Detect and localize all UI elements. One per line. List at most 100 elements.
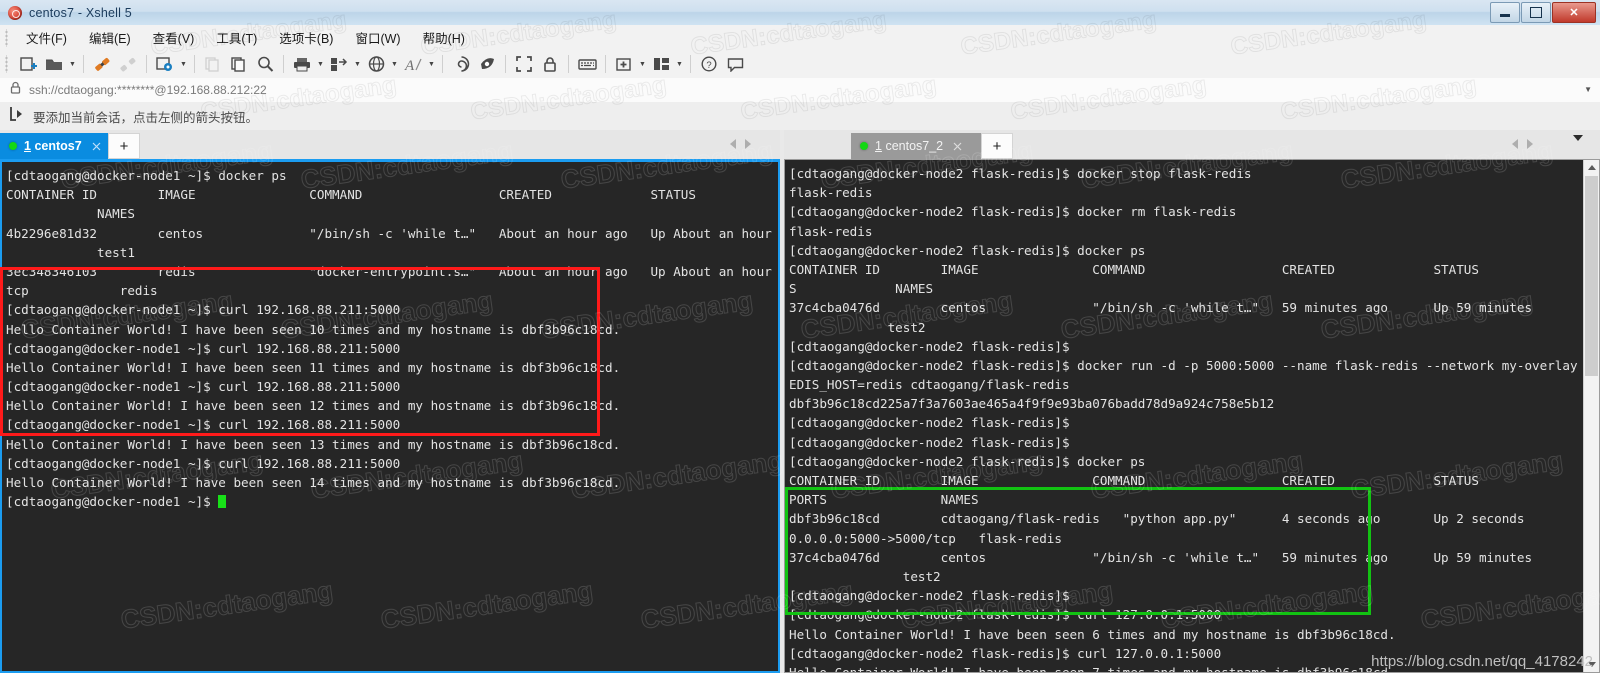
terminal-line: [cdtaogang@docker-node1 ~]$ curl 192.168…	[6, 379, 401, 395]
terminal-line: [cdtaogang@docker-node2 flask-redis]$ do…	[789, 357, 1583, 373]
terminal-line: 37c4cba0476d centos "/bin/sh -c 'while t…	[789, 300, 1533, 316]
menu-grip-icon[interactable]	[3, 28, 12, 47]
terminal-line: tcp redis	[6, 283, 158, 299]
menu-item-window[interactable]: 窗口(W)	[344, 25, 411, 50]
terminal-line: test1	[6, 244, 135, 260]
address-bar[interactable]: ssh://cdtaogang:********@192.168.88.212:…	[0, 78, 1600, 103]
tab-scroll-left-icon[interactable]	[1512, 139, 1518, 149]
close-icon[interactable]	[953, 142, 962, 151]
new-tab-button-right[interactable]: +	[981, 133, 1013, 159]
new-session-icon[interactable]	[15, 52, 41, 76]
globe-icon[interactable]	[363, 52, 389, 76]
terminal-line: CONTAINER ID IMAGE COMMAND CREATED STATU…	[6, 187, 778, 203]
terminal-line: PORTS NAMES	[789, 492, 979, 508]
terminal-line: [cdtaogang@docker-node1 ~]$ curl 192.168…	[6, 455, 401, 471]
transfer-caret-icon[interactable]: ▼	[352, 52, 363, 76]
terminal-line: [cdtaogang@docker-node1 ~]$	[6, 492, 778, 511]
terminal-line: [cdtaogang@docker-node2 flask-redis]$ do…	[789, 453, 1146, 469]
terminal-cursor	[218, 495, 227, 509]
shell-icon[interactable]	[448, 52, 474, 76]
terminal-right-scrollbar[interactable]	[1583, 160, 1599, 672]
layout-caret-icon[interactable]: ▼	[674, 52, 685, 76]
menu-bar: 文件(F) 编辑(E) 查看(V) 工具(T) 选项卡(B) 窗口(W) 帮助(…	[0, 25, 1600, 51]
help-icon[interactable]: ?	[696, 52, 722, 76]
lock-icon	[10, 81, 21, 99]
paste-icon[interactable]	[226, 52, 252, 76]
terminal-line: CONTAINER ID IMAGE COMMAND CREATED STATU…	[789, 261, 1583, 277]
terminal-line: [cdtaogang@docker-node2 flask-redis]$ do…	[789, 204, 1237, 220]
add-session-arrow-icon[interactable]	[10, 106, 25, 126]
scrollbar-thumb[interactable]	[1585, 176, 1598, 376]
tab-scroll-left-icon[interactable]	[730, 139, 736, 149]
session-properties-caret-icon[interactable]: ▼	[178, 52, 189, 76]
tab-scroll-right-icon[interactable]	[1527, 139, 1533, 149]
terminal-line: Hello Container World! I have been seen …	[6, 359, 621, 375]
menu-item-tools[interactable]: 工具(T)	[205, 25, 268, 50]
tab-status-dot-icon	[9, 142, 17, 150]
toolbar-grip-icon[interactable]	[3, 55, 12, 73]
address-value[interactable]: ssh://cdtaogang:********@192.168.88.212:…	[29, 83, 267, 97]
font-caret-icon[interactable]: ▼	[426, 52, 437, 76]
feedback-icon[interactable]	[722, 52, 748, 76]
print-icon[interactable]	[289, 52, 315, 76]
tab-centos7[interactable]: 1 centos7	[0, 133, 108, 159]
tab-nav-left	[730, 139, 751, 149]
menu-item-file[interactable]: 文件(F)	[15, 25, 78, 50]
xshell-icon	[6, 4, 24, 22]
menu-item-tabs[interactable]: 选项卡(B)	[268, 25, 344, 50]
print-caret-icon[interactable]: ▼	[315, 52, 326, 76]
terminal-line: [cdtaogang@docker-node2 flask-redis]$	[789, 588, 1070, 604]
globe-caret-icon[interactable]: ▼	[389, 52, 400, 76]
tab-label: 1 centos7_2	[875, 139, 944, 153]
tab-nav-right	[1512, 139, 1533, 149]
terminal-line: EDIS_HOST=redis cdtaogang/flask-redis	[789, 377, 1070, 393]
menu-item-help[interactable]: 帮助(H)	[412, 25, 476, 50]
tab-menu-icon[interactable]	[1573, 135, 1583, 159]
chevron-down-icon[interactable]: ▼	[1584, 85, 1592, 94]
xftp-icon[interactable]	[474, 52, 500, 76]
minimize-button[interactable]	[1490, 2, 1520, 23]
terminal-line: test2	[789, 568, 941, 584]
open-folder-icon[interactable]	[41, 52, 67, 76]
session-properties-icon[interactable]	[152, 52, 178, 76]
new-tab-button-left[interactable]: +	[108, 133, 140, 159]
terminal-line: [cdtaogang@docker-node2 flask-redis]$ cu…	[789, 607, 1222, 623]
font-icon[interactable]: A	[400, 52, 426, 76]
terminal-left-output[interactable]: [cdtaogang@docker-node1 ~]$ docker ps CON…	[2, 162, 778, 671]
tabstrip-left: 1 centos7 +	[0, 130, 780, 159]
terminal-line: flask-redis	[789, 185, 873, 201]
maximize-button[interactable]	[1521, 2, 1551, 23]
keyboard-icon[interactable]	[574, 52, 600, 76]
tab-centos7_2[interactable]: 1 centos7_2	[851, 133, 981, 159]
menu-item-view[interactable]: 查看(V)	[142, 25, 206, 50]
notice-bar: 要添加当前会话，点击左侧的箭头按钮。	[0, 102, 1600, 131]
layout-icon[interactable]	[648, 52, 674, 76]
terminal-line: 4b2296e81d32 centos "/bin/sh -c 'while t…	[6, 225, 772, 241]
connect-icon[interactable]	[89, 52, 115, 76]
notice-text: 要添加当前会话，点击左侧的箭头按钮。	[33, 110, 259, 125]
lock-icon[interactable]	[537, 52, 563, 76]
close-icon[interactable]	[92, 142, 101, 151]
close-button[interactable]: ✕	[1552, 2, 1596, 23]
svg-text:A: A	[404, 58, 415, 72]
scroll-up-icon[interactable]	[1584, 160, 1599, 175]
svg-text:?: ?	[706, 60, 711, 71]
terminal-line: [cdtaogang@docker-node1 ~]$ docker ps	[6, 168, 287, 183]
terminal-line: [cdtaogang@docker-node1 ~]$ curl 192.168…	[6, 302, 401, 318]
find-icon[interactable]	[252, 52, 278, 76]
menu-item-edit[interactable]: 编辑(E)	[78, 25, 142, 50]
tab-label: 1 centos7	[24, 139, 82, 153]
add-to-folder-icon[interactable]	[611, 52, 637, 76]
transfer-icon[interactable]	[326, 52, 352, 76]
window-controls: ✕	[1490, 2, 1596, 23]
terminal-line: Hello Container World! I have been seen …	[6, 398, 621, 414]
terminal-line: [cdtaogang@docker-node1 ~]$ curl 192.168…	[6, 340, 401, 356]
add-to-folder-caret-icon[interactable]: ▼	[637, 52, 648, 76]
tab-scroll-right-icon[interactable]	[745, 139, 751, 149]
terminal-right-output[interactable]: [cdtaogang@docker-node2 flask-redis]$ do…	[785, 160, 1583, 672]
terminal-left[interactable]: [cdtaogang@docker-node1 ~]$ docker ps CON…	[0, 159, 780, 673]
fullscreen-icon[interactable]	[511, 52, 537, 76]
terminal-line: Hello Container World! I have been seen …	[6, 475, 621, 490]
terminal-right[interactable]: [cdtaogang@docker-node2 flask-redis]$ do…	[784, 159, 1600, 673]
open-folder-caret-icon[interactable]: ▼	[67, 52, 78, 76]
